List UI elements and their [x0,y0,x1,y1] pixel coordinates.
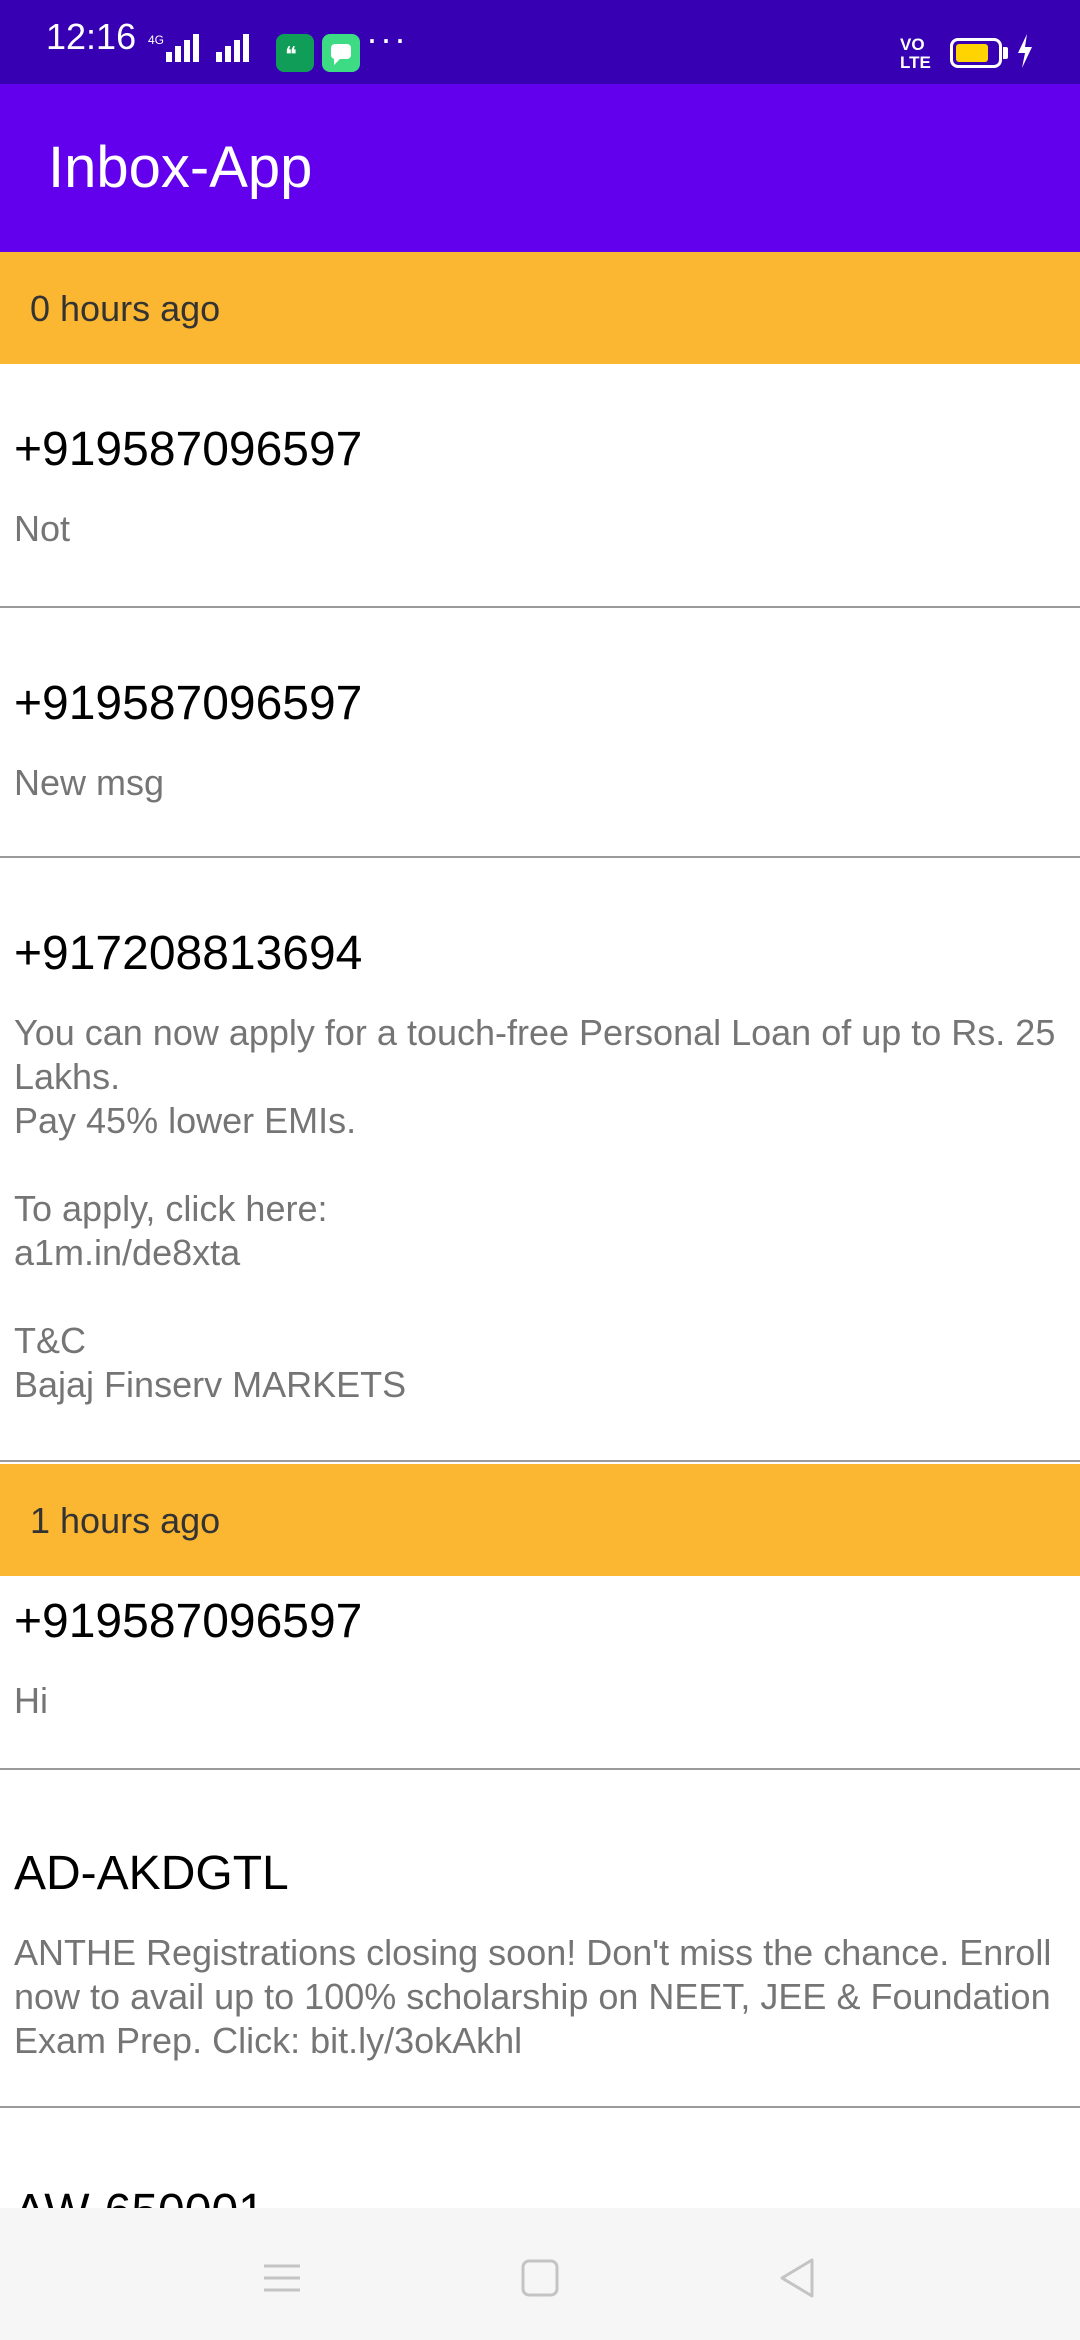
message-body: You can now apply for a touch-free Perso… [14,1012,1056,1405]
message-icon [322,34,360,72]
time-group-header: 1 hours ago [0,1464,1080,1576]
navigation-bar [0,2208,1080,2340]
message-sender: AD-AKDGTL [14,1847,289,1900]
network-type-label: 4G [148,33,164,47]
app-title: Inbox-App [48,135,313,200]
status-bar: 12:16 4G ❝ ··· VO LTE [0,0,1080,84]
battery-cap [1003,47,1008,59]
battery-icon [950,38,1002,68]
message-body: ANTHE Registrations closing soon! Don't … [14,1932,1052,2061]
signal-icon: 4G [148,33,249,62]
message-sender: +919587096597 [14,423,363,476]
message-sender: +919587096597 [14,1595,363,1648]
menu-icon[interactable] [252,2248,312,2308]
message-item[interactable]: +919587096597 Hi [0,1576,1080,1770]
message-body: Not [14,508,71,549]
message-item[interactable]: +919587096597 New msg [0,608,1080,858]
message-item[interactable]: AD-AKDGTL ANTHE Registrations closing so… [0,1770,1080,2108]
message-sender: +919587096597 [14,677,363,730]
back-icon[interactable] [768,2248,828,2308]
status-time: 12:16 [46,16,137,57]
more-icon: ··· [366,18,408,59]
time-group-header: 0 hours ago [0,252,1080,364]
volte-icon: VO LTE [900,35,931,72]
message-item[interactable]: +919587096597 Not [0,368,1080,608]
time-group-label: 1 hours ago [30,1500,221,1541]
svg-text:❝: ❝ [285,42,297,67]
charging-icon [1018,34,1032,68]
message-list[interactable]: 0 hours ago +919587096597 Not +919587096… [0,252,1080,2208]
battery-level [956,44,988,62]
time-group-label: 0 hours ago [30,288,221,329]
message-body: New msg [14,762,165,803]
app-bar: Inbox-App [0,84,1080,252]
home-icon[interactable] [510,2248,570,2308]
message-item[interactable]: AW-650001 [0,2108,1080,2208]
message-sender: AW-650001 [0,2108,1080,2208]
message-body: Hi [14,1680,48,1721]
message-sender: +917208813694 [14,927,363,980]
hangouts-icon: ❝ [276,34,314,72]
message-item[interactable]: +917208813694 You can now apply for a to… [0,858,1080,1462]
